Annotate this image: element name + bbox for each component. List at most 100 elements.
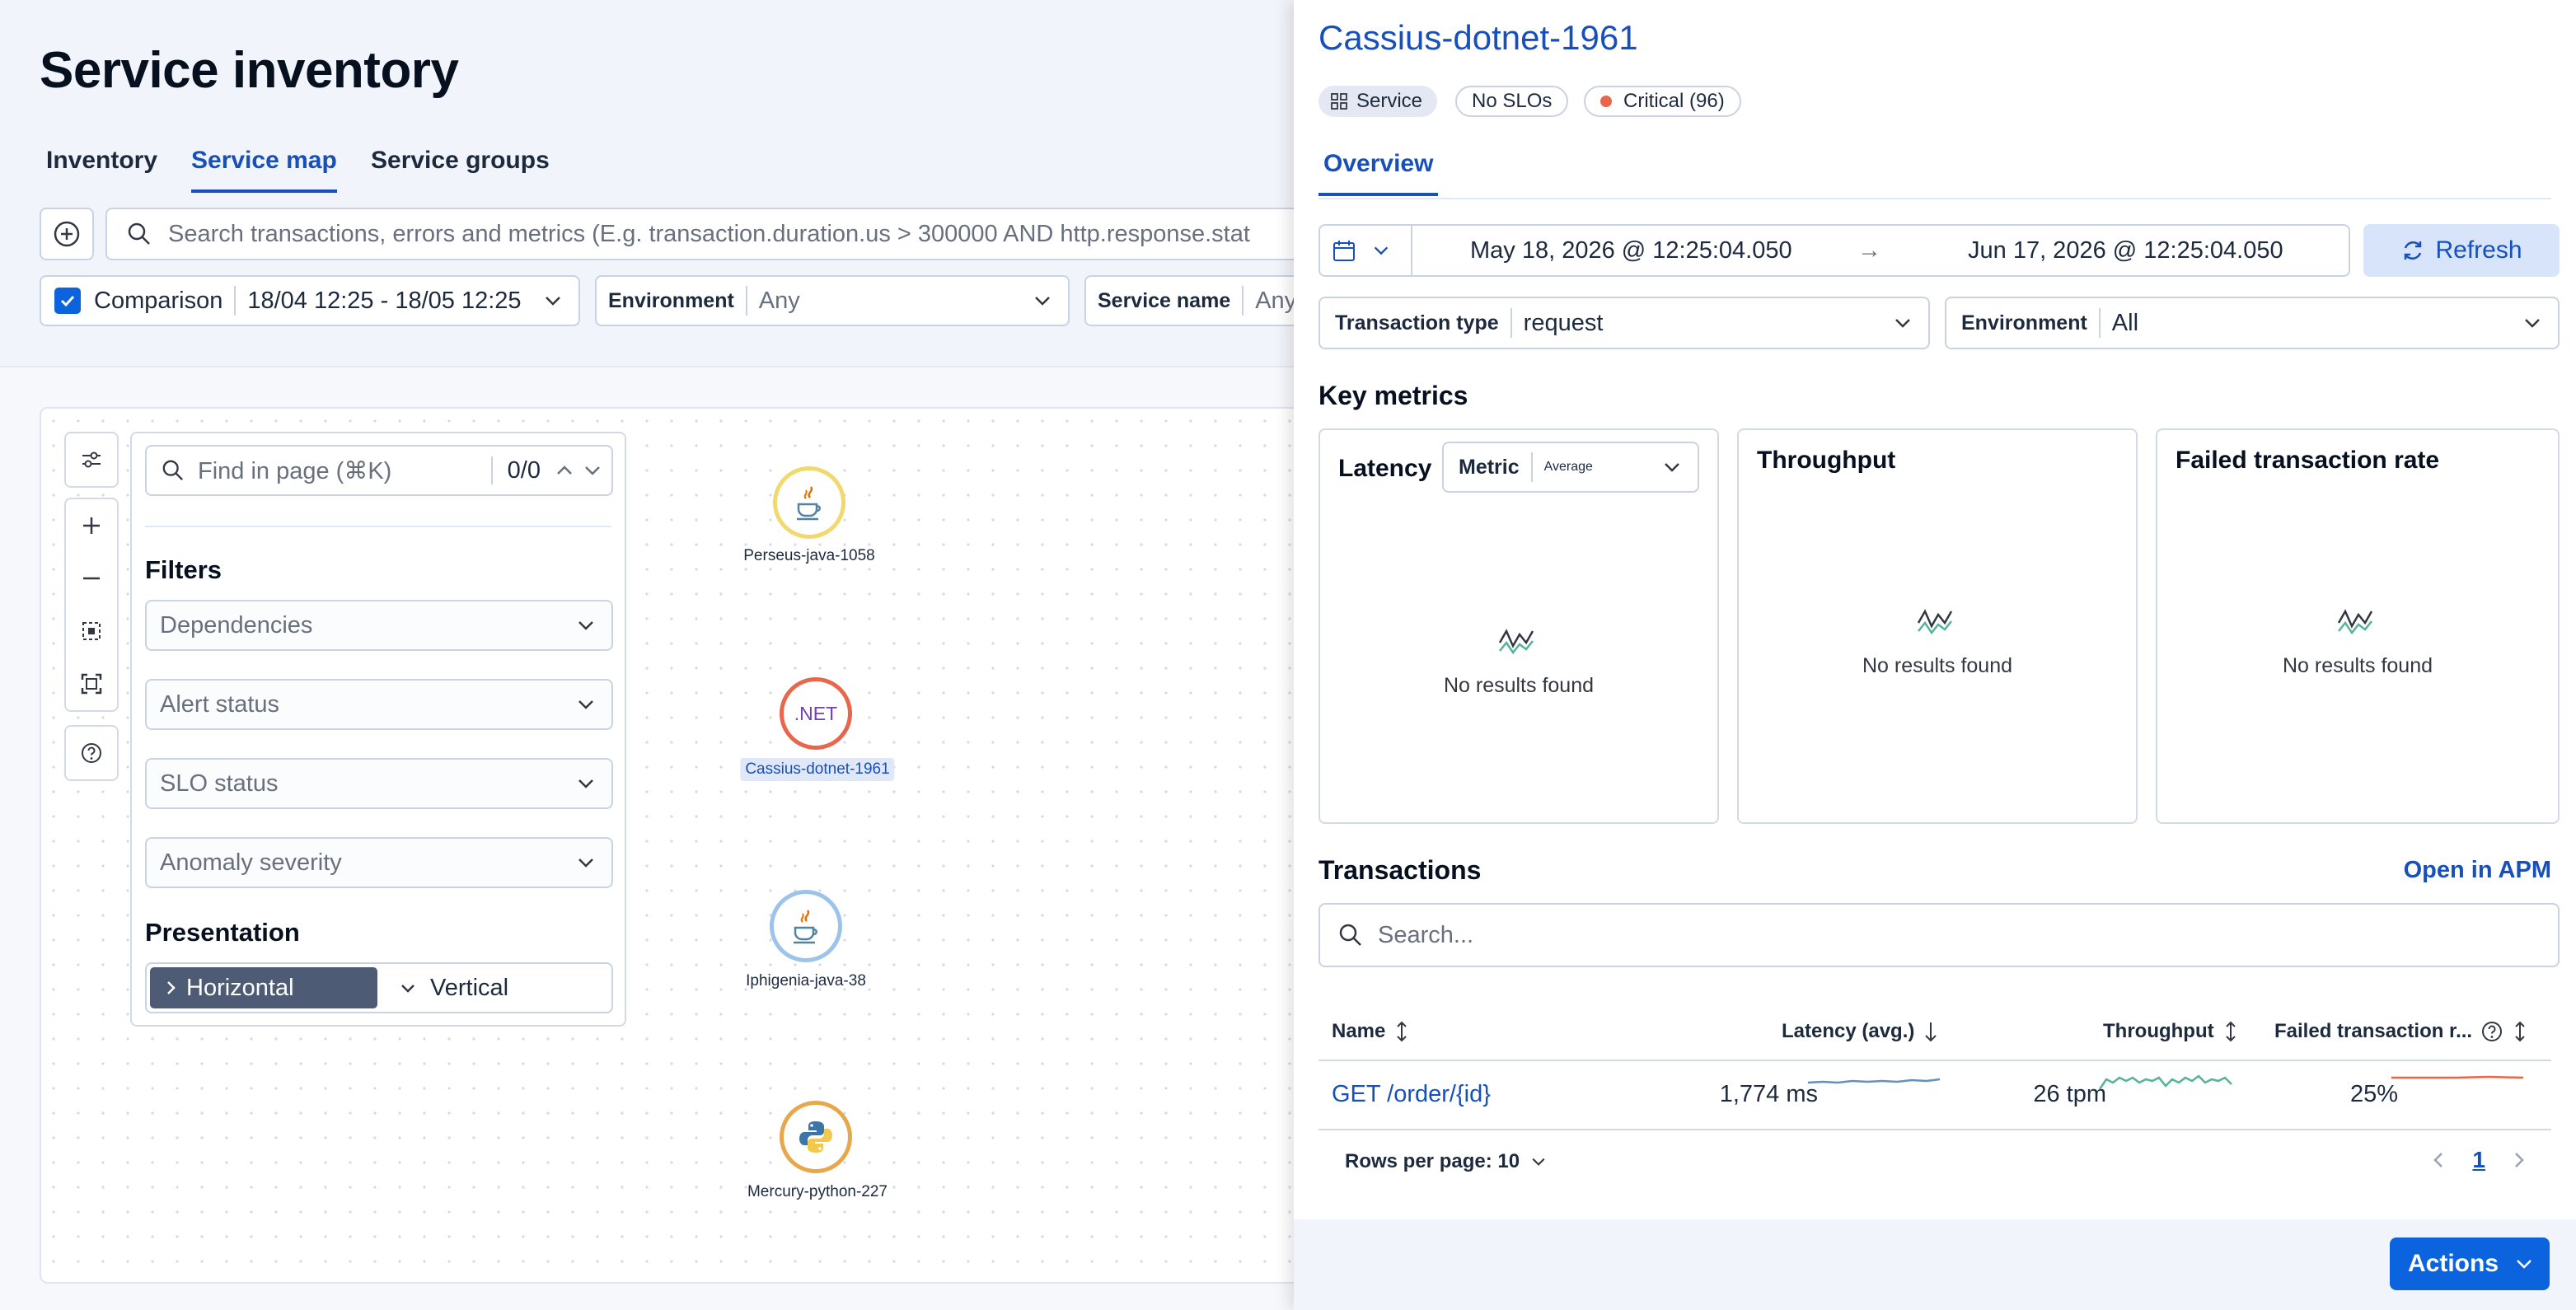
fit-view-icon: [81, 673, 102, 695]
horizontal-label: Horizontal: [186, 974, 294, 1001]
calendar-icon: [1333, 241, 1355, 261]
column-header-failed-rate[interactable]: Failed transaction r...: [2274, 1020, 2528, 1043]
date-picker[interactable]: May 18, 2026 @ 12:25:04.050 → Jun 17, 20…: [1318, 224, 2350, 277]
page-header: Service inventory Inventory Service map …: [0, 0, 1294, 367]
service-badge: Service: [1318, 86, 1438, 117]
help-button[interactable]: [66, 727, 117, 779]
transaction-type-select[interactable]: Transaction type request: [1318, 297, 1930, 349]
tab-inventory[interactable]: Inventory: [46, 147, 157, 189]
failed-rate-sparkline: [2391, 1075, 2524, 1079]
sort-icon: [2225, 1021, 2236, 1042]
chevron-up-icon[interactable]: [554, 460, 575, 481]
sort-icon: [2515, 1021, 2525, 1042]
environment-select[interactable]: Environment All: [1945, 297, 2560, 349]
flyout-title[interactable]: Cassius-dotnet-1961: [1318, 18, 1638, 58]
tab-overview[interactable]: Overview: [1318, 150, 1439, 196]
chevron-right-icon: [167, 981, 176, 994]
latency-sparkline: [1807, 1078, 1941, 1084]
alert-status-dropdown[interactable]: Alert status: [145, 679, 613, 730]
no-results-chart-icon: [1917, 609, 1953, 635]
chevron-down-icon: [1035, 297, 1050, 306]
service-inventory-app: Service inventory Inventory Service map …: [0, 0, 1294, 1310]
fit-selection-button[interactable]: [66, 605, 117, 657]
zoom-out-button[interactable]: [66, 552, 117, 605]
horizontal-button[interactable]: Horizontal: [150, 967, 377, 1008]
comparison-control[interactable]: Comparison 18/04 12:25 - 18/05 12:25: [40, 275, 580, 326]
search-input[interactable]: Search transactions, errors and metrics …: [105, 208, 1294, 260]
question-icon[interactable]: [2480, 1020, 2503, 1043]
transaction-name-link[interactable]: GET /order/{id}: [1332, 1081, 1491, 1108]
dependencies-dropdown[interactable]: Dependencies: [145, 600, 613, 651]
add-query-button[interactable]: [40, 208, 94, 260]
dropdown-label: Alert status: [160, 690, 280, 718]
date-start[interactable]: May 18, 2026 @ 12:25:04.050: [1470, 237, 1792, 264]
zoom-in-button[interactable]: [66, 499, 117, 552]
failed-rate-empty-text: No results found: [2282, 654, 2433, 677]
no-results-chart-icon: [2337, 609, 2373, 635]
service-node-perseus[interactable]: [773, 466, 845, 539]
chevron-down-icon[interactable]: [582, 460, 603, 481]
date-end[interactable]: Jun 17, 2026 @ 12:25:04.050: [1968, 237, 2283, 264]
java-icon: [797, 486, 821, 521]
service-node-cassius[interactable]: .NET: [780, 677, 852, 750]
presentation-title: Presentation: [145, 918, 300, 947]
map-filter-panel: Find in page (⌘K) 0/0 Filters Dependenci…: [130, 432, 626, 1027]
latency-panel: Latency Metric Average No results found: [1318, 428, 1719, 824]
throughput-title: Throughput: [1757, 447, 1896, 474]
page-number[interactable]: 1: [2472, 1147, 2485, 1173]
tab-service-groups[interactable]: Service groups: [371, 147, 550, 189]
service-name-filter[interactable]: Service name Any: [1084, 275, 1294, 326]
arrow-right-icon: →: [1857, 236, 1881, 264]
service-name-filter-label: Service name: [1098, 288, 1231, 312]
quick-select-button[interactable]: [1320, 226, 1412, 275]
metric-select[interactable]: Metric Average: [1442, 442, 1699, 493]
chevron-left-icon[interactable]: [2429, 1150, 2449, 1170]
column-header-latency[interactable]: Latency (avg.): [1782, 1020, 1939, 1043]
java-icon: [794, 910, 817, 944]
chevron-down-icon: [1532, 1158, 1545, 1166]
node-label: Mercury-python-227: [747, 1183, 888, 1200]
key-metrics-title: Key metrics: [1318, 381, 1468, 410]
latency-empty-text: No results found: [1443, 674, 1595, 697]
no-results-chart-icon: [1498, 629, 1534, 655]
column-header-name[interactable]: Name: [1332, 1020, 1410, 1043]
service-node-iphigenia[interactable]: [770, 890, 842, 962]
comparison-checkbox[interactable]: [54, 288, 81, 314]
check-icon: [60, 295, 75, 307]
service-name-filter-value: Any: [1255, 287, 1294, 314]
failed-rate-title: Failed transaction rate: [2176, 447, 2440, 474]
rows-per-page-button[interactable]: Rows per page: 10: [1345, 1150, 1548, 1173]
settings-button[interactable]: [66, 433, 117, 486]
chevron-right-icon[interactable]: [2508, 1150, 2528, 1170]
critical-badge[interactable]: Critical (96): [1584, 86, 1741, 117]
anomaly-severity-dropdown[interactable]: Anomaly severity: [145, 837, 613, 888]
chevron-down-icon: [578, 859, 593, 868]
fit-view-button[interactable]: [66, 657, 117, 710]
tab-service-map[interactable]: Service map: [191, 147, 337, 193]
chevron-down-icon: [1374, 246, 1389, 255]
slo-status-dropdown[interactable]: SLO status: [145, 758, 613, 809]
throughput-empty-text: No results found: [1862, 654, 2013, 677]
chevron-down-icon: [546, 297, 560, 306]
search-placeholder: Search...: [1378, 921, 1474, 948]
critical-status-dot: [1600, 96, 1612, 107]
refresh-icon: [2405, 241, 2422, 260]
plus-circle-icon: [54, 221, 80, 247]
open-in-apm-link[interactable]: Open in APM: [2404, 857, 2551, 884]
failed-rate-value: 25%: [2349, 1081, 2398, 1107]
environment-filter[interactable]: Environment Any: [595, 275, 1070, 326]
refresh-button[interactable]: Refresh: [2363, 224, 2560, 277]
minus-icon: [83, 577, 100, 580]
latency-title: Latency: [1338, 455, 1432, 482]
environment-filter-label: Environment: [608, 288, 734, 312]
vertical-button[interactable]: Vertical: [381, 964, 611, 1012]
chevron-down-icon: [1895, 319, 1910, 328]
transactions-search-input[interactable]: Search...: [1318, 903, 2560, 967]
throughput-panel: Throughput No results found: [1737, 428, 2138, 824]
actions-button[interactable]: Actions: [2390, 1237, 2550, 1290]
comparison-label: Comparison: [94, 287, 223, 314]
find-in-page-input[interactable]: Find in page (⌘K) 0/0: [145, 445, 613, 496]
service-node-mercury[interactable]: [780, 1101, 852, 1173]
page-title: Service inventory: [40, 42, 459, 99]
column-header-throughput[interactable]: Throughput: [2103, 1020, 2239, 1043]
